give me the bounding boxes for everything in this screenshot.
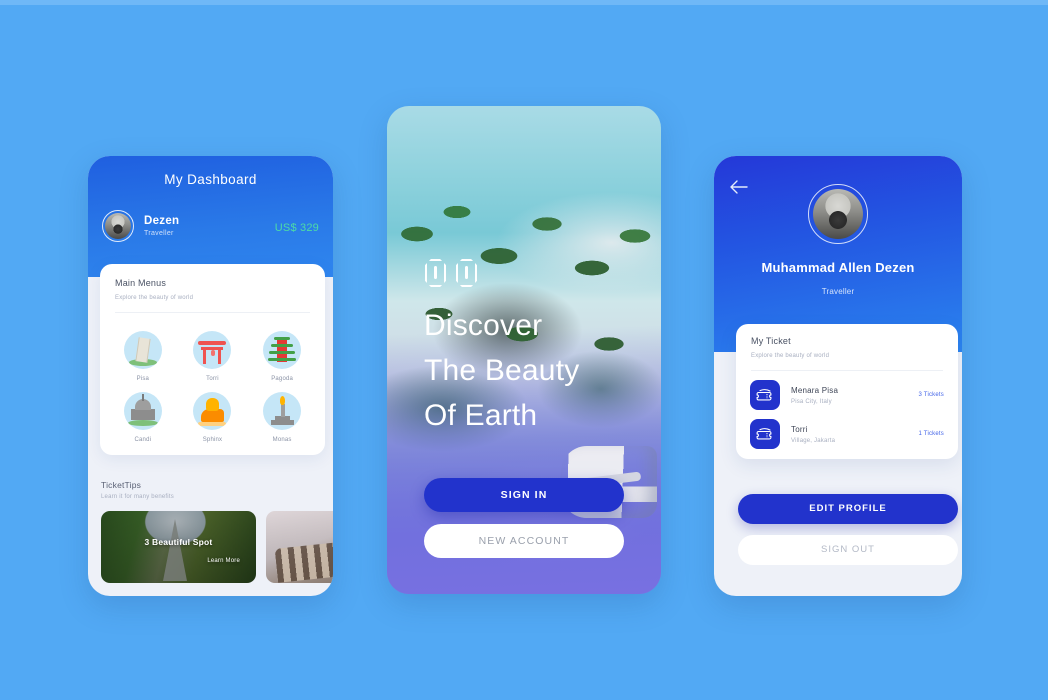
avatar[interactable] xyxy=(808,184,868,244)
ticket-location: Pisa City, Italy xyxy=(791,398,832,405)
menu-item-candi[interactable]: Candi xyxy=(108,392,178,443)
user-name: Dezen xyxy=(144,215,180,227)
menu-grid: Pisa Torri Pagoda Candi Sphinx Monas xyxy=(100,313,325,443)
sphinx-icon xyxy=(193,392,232,430)
leaning-tower-icon xyxy=(123,331,162,369)
ticket-icon xyxy=(750,380,780,410)
tip-card-title: 3 Beautiful Spot xyxy=(144,537,213,547)
tips-title: TicketTips xyxy=(101,480,142,490)
user-photo-icon xyxy=(105,213,131,239)
tip-card-eiffel[interactable]: 3 Beautiful Spot Learn More xyxy=(101,511,256,583)
headline: Discover The Beauty Of Earth xyxy=(424,303,644,438)
menu-item-label: Pisa xyxy=(136,376,150,382)
menu-item-pisa[interactable]: Pisa xyxy=(108,331,178,382)
my-ticket-card: My Ticket Explore the beauty of world Me… xyxy=(736,324,958,459)
torii-gate-icon xyxy=(193,331,232,369)
menu-item-torri[interactable]: Torri xyxy=(178,331,248,382)
logo-octagon-right xyxy=(456,259,477,287)
card-title: Main Menus xyxy=(115,278,167,288)
eiffel-tower-icon xyxy=(163,519,187,581)
menu-item-label: Candi xyxy=(134,437,152,443)
menu-item-monas[interactable]: Monas xyxy=(247,392,317,443)
tips-subtitle: Learn it for many benefits xyxy=(101,494,174,500)
balance-amount: US$ 329 xyxy=(274,222,319,234)
menu-item-sphinx[interactable]: Sphinx xyxy=(178,392,248,443)
ticket-name: Menara Pisa xyxy=(791,385,839,395)
temple-icon xyxy=(123,392,162,430)
headline-line-2: The Beauty xyxy=(424,354,580,387)
pagoda-icon xyxy=(263,331,302,369)
sign-out-button[interactable]: SIGN OUT xyxy=(738,535,958,565)
ticket-icon xyxy=(750,419,780,449)
new-account-button[interactable]: NEW ACCOUNT xyxy=(424,524,624,558)
arrow-left-icon[interactable] xyxy=(730,180,748,194)
card-title: My Ticket xyxy=(751,336,791,346)
monument-icon xyxy=(263,392,302,430)
menu-item-label: Pagoda xyxy=(271,376,294,382)
page-title: My Dashboard xyxy=(164,172,257,187)
double-octagon-logo-icon xyxy=(425,259,477,287)
ticket-location: Village, Jakarta xyxy=(791,437,836,444)
edit-profile-button[interactable]: EDIT PROFILE xyxy=(738,494,958,524)
profile-actions: EDIT PROFILE SIGN OUT xyxy=(738,494,958,565)
headline-line-3: Of Earth xyxy=(424,399,538,432)
menu-item-pagoda[interactable]: Pagoda xyxy=(247,331,317,382)
profile-name: Muhammad Allen Dezen xyxy=(761,260,915,275)
ticket-name: Torri xyxy=(791,424,808,434)
card-subtitle: Explore the beauty of world xyxy=(115,295,194,301)
auth-buttons: SIGN IN NEW ACCOUNT xyxy=(424,478,624,558)
user-photo-icon xyxy=(813,189,863,239)
logo-octagon-left xyxy=(425,259,446,287)
colosseum-icon xyxy=(274,533,333,583)
menu-item-label: Sphinx xyxy=(202,437,223,443)
phone-mockup-dashboard: My Dashboard Dezen Traveller US$ 329 Mai… xyxy=(88,156,333,596)
profile-role: Traveller xyxy=(821,287,855,296)
ticket-count: 1 Tickets xyxy=(918,431,944,437)
phone-mockup-onboarding: Discover The Beauty Of Earth SIGN IN NEW… xyxy=(387,106,661,594)
menu-item-label: Monas xyxy=(272,437,292,443)
user-summary[interactable]: Dezen Traveller xyxy=(102,210,179,242)
learn-more-link[interactable]: Learn More xyxy=(207,558,240,564)
top-accent-strip xyxy=(0,0,1048,5)
ticket-count: 3 Tickets xyxy=(918,392,944,398)
menu-item-label: Torri xyxy=(206,376,219,382)
ticket-row[interactable]: Torri Village, Jakarta 1 Tickets xyxy=(736,410,958,449)
sign-in-button[interactable]: SIGN IN xyxy=(424,478,624,512)
tips-carousel[interactable]: 3 Beautiful Spot Learn More xyxy=(101,511,333,583)
avatar[interactable] xyxy=(102,210,134,242)
card-subtitle: Explore the beauty of world xyxy=(751,353,830,359)
user-role: Traveller xyxy=(144,230,174,237)
ticket-row[interactable]: Menara Pisa Pisa City, Italy 3 Tickets xyxy=(736,371,958,410)
headline-line-1: Discover xyxy=(424,309,543,342)
main-menus-card: Main Menus Explore the beauty of world P… xyxy=(100,264,325,455)
phone-mockup-profile: Muhammad Allen Dezen Traveller My Ticket… xyxy=(714,156,962,596)
tip-card-colosseum[interactable] xyxy=(266,511,333,583)
